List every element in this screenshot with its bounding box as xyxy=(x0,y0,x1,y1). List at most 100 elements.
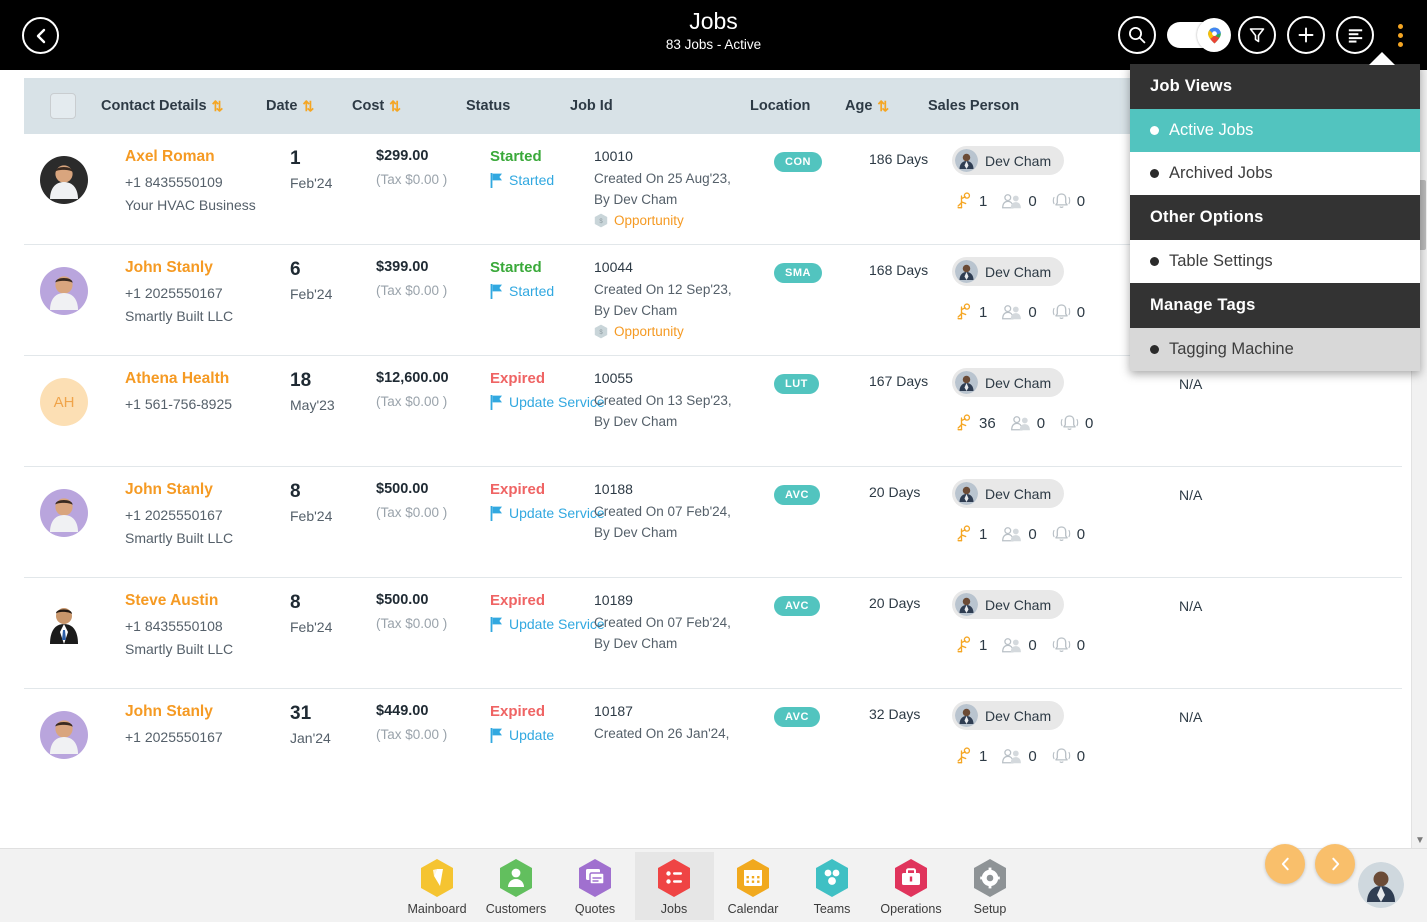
status-action-button[interactable]: Update Service xyxy=(490,393,605,412)
activity-counts: 1 0 0 xyxy=(954,635,1093,655)
row-avatar xyxy=(40,711,88,764)
team-count[interactable]: 0 xyxy=(1010,413,1045,433)
sales-person-cell: Dev Cham 1 0 0 xyxy=(952,257,1093,322)
alerts-count[interactable]: 0 xyxy=(1051,746,1085,766)
team-count[interactable]: 0 xyxy=(1001,191,1037,211)
date-day: 1 xyxy=(290,148,301,169)
search-button[interactable] xyxy=(1118,16,1156,54)
contact-name[interactable]: Athena Health xyxy=(125,370,232,388)
tasks-count[interactable]: 1 xyxy=(954,524,987,544)
date-month: Feb'24 xyxy=(290,175,333,191)
previous-page-button[interactable] xyxy=(1265,844,1305,884)
column-header-contact-details[interactable]: Contact Details ⇅ xyxy=(101,98,266,115)
menu-item-table-settings[interactable]: Table Settings xyxy=(1130,240,1420,283)
map-view-toggle[interactable] xyxy=(1167,18,1231,52)
age-value: 32 Days xyxy=(869,706,921,722)
sales-person-chip[interactable]: Dev Cham xyxy=(952,368,1065,397)
flag-icon xyxy=(490,506,502,521)
team-count[interactable]: 0 xyxy=(1001,746,1037,766)
team-count[interactable]: 0 xyxy=(1001,524,1037,544)
table-row[interactable]: Steve Austin +1 8435550108 Smartly Built… xyxy=(24,578,1402,689)
tasks-count[interactable]: 1 xyxy=(954,191,987,211)
extra-column-value: N/A xyxy=(1179,598,1203,614)
sales-person-chip[interactable]: Dev Cham xyxy=(952,146,1065,175)
avatar xyxy=(955,704,978,727)
column-header-date[interactable]: Date ⇅ xyxy=(266,98,352,115)
next-page-button[interactable] xyxy=(1315,844,1355,884)
add-job-button[interactable] xyxy=(1287,16,1325,54)
nav-item-customers[interactable]: Customers xyxy=(477,852,556,920)
contact-name[interactable]: John Stanly xyxy=(125,259,233,277)
back-button[interactable] xyxy=(22,17,59,54)
table-row[interactable]: John Stanly +1 2025550167 Smartly Built … xyxy=(24,467,1402,578)
flag-icon xyxy=(490,395,502,410)
tasks-count[interactable]: 1 xyxy=(954,302,987,322)
filter-button[interactable] xyxy=(1238,16,1276,54)
nav-item-mainboard[interactable]: Mainboard xyxy=(398,852,477,920)
table-row[interactable]: AH Athena Health +1 561-756-8925 18 May'… xyxy=(24,356,1402,467)
avatar xyxy=(955,149,978,172)
nav-item-operations[interactable]: Operations xyxy=(872,852,951,920)
alerts-count[interactable]: 0 xyxy=(1051,302,1085,322)
nav-item-setup[interactable]: Setup xyxy=(951,852,1030,920)
alerts-count[interactable]: 0 xyxy=(1051,635,1085,655)
contact-name[interactable]: Steve Austin xyxy=(125,592,233,610)
nav-item-jobs[interactable]: Jobs xyxy=(634,851,714,920)
column-header-status[interactable]: Status xyxy=(466,98,570,114)
team-count-value: 0 xyxy=(1028,525,1037,543)
status-action-button[interactable]: Update xyxy=(490,726,554,745)
column-header-sales-person[interactable]: Sales Person xyxy=(928,98,1048,114)
job-created-on: Created On 07 Feb'24, xyxy=(594,615,731,630)
status-action-button[interactable]: Started xyxy=(490,282,554,301)
opportunity-tag[interactable]: $ Opportunity xyxy=(594,324,732,339)
column-header-location[interactable]: Location xyxy=(750,98,845,114)
status-label: Started xyxy=(490,148,542,165)
kebab-dot xyxy=(1397,23,1403,29)
sales-person-chip[interactable]: Dev Cham xyxy=(952,701,1065,730)
menu-item-tagging-machine[interactable]: Tagging Machine xyxy=(1130,328,1420,371)
contact-details-cell: Athena Health +1 561-756-8925 xyxy=(125,370,232,419)
nav-item-teams[interactable]: Teams xyxy=(793,852,872,920)
bottom-navigation-bar: Mainboard Customers Quotes Jobs Calendar… xyxy=(0,848,1427,922)
age-value: 168 Days xyxy=(869,262,929,278)
sales-person-chip[interactable]: Dev Cham xyxy=(952,257,1065,286)
team-icon xyxy=(1002,638,1022,653)
status-action-button[interactable]: Update Service xyxy=(490,504,605,523)
kebab-menu-button[interactable] xyxy=(1385,16,1415,54)
user-profile-avatar[interactable] xyxy=(1358,862,1404,908)
list-view-button[interactable] xyxy=(1336,16,1374,54)
alerts-count[interactable]: 0 xyxy=(1059,413,1093,433)
team-count[interactable]: 0 xyxy=(1001,635,1037,655)
table-row[interactable]: John Stanly +1 2025550167 31 Jan'24 $449… xyxy=(24,689,1402,800)
scroll-down-arrow[interactable]: ▼ xyxy=(1412,835,1427,846)
sales-person-name: Dev Cham xyxy=(985,485,1052,502)
team-count[interactable]: 0 xyxy=(1001,302,1037,322)
contact-name[interactable]: John Stanly xyxy=(125,481,233,499)
contact-details-cell: John Stanly +1 2025550167 Smartly Built … xyxy=(125,259,233,331)
nav-item-calendar[interactable]: Calendar xyxy=(714,852,793,920)
tasks-count[interactable]: 1 xyxy=(954,635,987,655)
menu-item-archived-jobs[interactable]: Archived Jobs xyxy=(1130,152,1420,195)
column-header-age[interactable]: Age ⇅ xyxy=(845,98,928,115)
tasks-count[interactable]: 36 xyxy=(954,413,996,433)
alerts-count[interactable]: 0 xyxy=(1051,524,1085,544)
date-month: Jan'24 xyxy=(290,730,331,746)
column-header-cost[interactable]: Cost ⇅ xyxy=(352,98,466,115)
sales-person-chip[interactable]: Dev Cham xyxy=(952,479,1065,508)
opportunity-tag[interactable]: $ Opportunity xyxy=(594,213,731,228)
contact-name[interactable]: John Stanly xyxy=(125,703,223,721)
avatar xyxy=(955,704,978,727)
date-cell: 8 Feb'24 xyxy=(290,481,332,524)
sales-person-chip[interactable]: Dev Cham xyxy=(952,590,1065,619)
status-action-button[interactable]: Started xyxy=(490,171,554,190)
status-action-button[interactable]: Update Service xyxy=(490,615,605,634)
column-header-job-id[interactable]: Job Id xyxy=(570,98,750,114)
tasks-count[interactable]: 1 xyxy=(954,746,987,766)
select-all-checkbox[interactable] xyxy=(49,93,76,119)
alerts-count[interactable]: 0 xyxy=(1051,191,1085,211)
contact-name[interactable]: Axel Roman xyxy=(125,148,256,166)
nav-item-quotes[interactable]: Quotes xyxy=(556,852,635,920)
cost-value: $12,600.00 xyxy=(376,370,449,386)
menu-item-active-jobs[interactable]: Active Jobs xyxy=(1130,109,1420,152)
plus-icon xyxy=(1298,27,1314,43)
